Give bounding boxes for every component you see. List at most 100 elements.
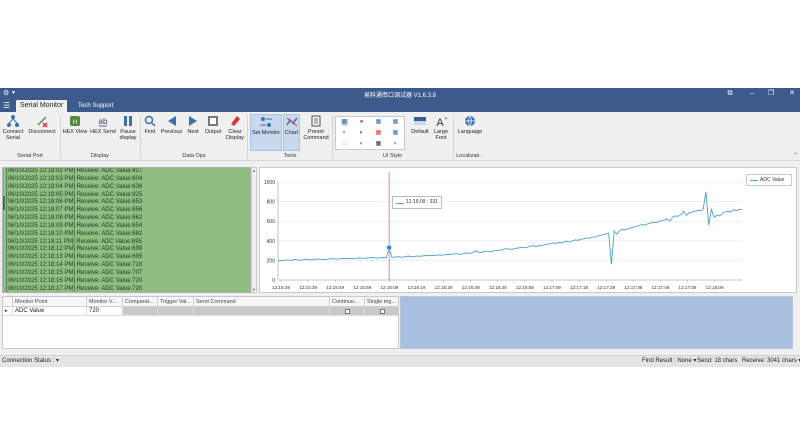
previous-button[interactable]: Previous xyxy=(159,114,184,135)
restore-layout-button[interactable]: ⧉ xyxy=(724,89,736,99)
chart-button[interactable]: Chart xyxy=(283,114,300,151)
receive-log[interactable]: [06/10/2025 12:18:02 PM] Receive: ADC Va… xyxy=(2,167,251,293)
eraser-icon xyxy=(231,116,240,126)
y-tick-label: 200 xyxy=(267,258,276,264)
next-button[interactable]: Next xyxy=(185,114,201,135)
x-tick-label: 12:15:59 xyxy=(353,285,371,290)
style-swatch-icon[interactable]: ▦ xyxy=(392,119,399,126)
style-swatch-icon[interactable]: ▦ xyxy=(392,130,399,137)
log-scrollbar[interactable]: ▲ ▼ xyxy=(251,167,257,293)
cell-monitor-point[interactable]: ADC Value xyxy=(13,307,87,316)
svg-text:ab: ab xyxy=(99,117,108,126)
cell-monitor-value[interactable]: 720 xyxy=(87,307,123,316)
log-line: [06/10/2025 12:18:02 PM] Receive: ADC Va… xyxy=(6,168,143,174)
group-label-localization: Localizati... xyxy=(456,153,484,159)
cell-send-command[interactable] xyxy=(194,307,330,316)
column-header-monitor-point[interactable]: Monitor Point xyxy=(13,297,87,307)
column-header-comparator[interactable]: Comparat... xyxy=(123,297,158,307)
style-swatch-icon[interactable]: ◐ xyxy=(392,141,399,148)
preset-command-button[interactable]: Preset Command xyxy=(302,114,330,141)
output-label: Output xyxy=(204,129,222,135)
find-button[interactable]: Find xyxy=(142,114,158,135)
app-window: ⚙ ▾ 易科通串口调试器 V1.6.3.8 ⧉ – ❐ ✕ ☰ Serial M… xyxy=(0,88,800,367)
single-trigger-checkbox[interactable] xyxy=(380,309,385,314)
x-tick-label: 12:17:19 xyxy=(570,285,588,290)
tab-serial-monitor[interactable]: Serial Monitor xyxy=(16,100,68,112)
log-line: [06/10/2025 12:18:07 PM] Receive: ADC Va… xyxy=(6,207,143,214)
style-swatch-icon[interactable]: ◐ xyxy=(358,141,365,148)
x-tick-label: 12:16:19 xyxy=(408,285,426,290)
find-result-status[interactable]: Find Result : None ▾ xyxy=(642,356,696,367)
style-swatch-icon[interactable]: ◐ xyxy=(341,130,348,137)
hex-send-button[interactable]: ab HEX Send xyxy=(89,114,117,135)
scroll-up-icon[interactable]: ▲ xyxy=(252,168,256,173)
line-chart[interactable]: 0 200 400 600 800 1000 12:15:29 12:15:39 12:15:4… xyxy=(260,168,798,294)
y-tick-label: 800 xyxy=(267,200,276,206)
x-tick-label: 12:16:59 xyxy=(516,285,534,290)
pause-display-label: Pause display xyxy=(119,129,137,141)
close-button[interactable]: ✕ xyxy=(786,89,798,99)
group-label-ui-style: UI Style xyxy=(382,153,403,159)
row-indicator-icon[interactable]: ▸ xyxy=(3,307,13,316)
default-style-button[interactable]: Default xyxy=(409,114,431,135)
column-header-monitor-value[interactable]: Monitor V... xyxy=(87,297,123,307)
style-swatch-icon[interactable]: □ xyxy=(341,141,348,148)
style-swatch-icon[interactable]: ▦ xyxy=(375,141,382,148)
style-swatch-icon[interactable]: ● xyxy=(358,119,365,126)
grid-corner xyxy=(3,297,13,307)
disconnect-button[interactable]: Disconnect xyxy=(27,114,57,135)
receive-count[interactable]: Receive: 3041 chars ▾ xyxy=(742,356,800,367)
cell-comparator[interactable] xyxy=(123,307,158,316)
clear-display-label: Clear Display xyxy=(225,129,245,141)
network-icon xyxy=(7,115,19,127)
minimize-button[interactable]: – xyxy=(746,89,758,99)
pause-display-button[interactable]: Pause display xyxy=(118,114,138,141)
ribbon-separator xyxy=(247,115,248,159)
x-tick-label: 12:15:49 xyxy=(326,285,344,290)
x-tick-label: 12:16:49 xyxy=(489,285,507,290)
hex-view-button[interactable]: H HEX View xyxy=(62,114,88,135)
scroll-down-icon[interactable]: ▼ xyxy=(252,287,256,292)
y-tick-label: 600 xyxy=(267,219,276,225)
ribbon: Connect Serial Disconnect H HEX View ab … xyxy=(0,112,800,161)
app-menu-icon[interactable]: ☰ xyxy=(3,101,10,111)
chart-panel[interactable]: 0 200 400 600 800 1000 12:15:29 12:15:39 12:15:4… xyxy=(259,167,797,293)
group-label-display: Display xyxy=(90,153,110,159)
log-line: [06/10/2025 12:18:12 PM] Receive: ADC Va… xyxy=(6,246,143,253)
column-header-send-command[interactable]: Send Command xyxy=(194,297,330,307)
column-header-continuous[interactable]: Continuo... xyxy=(330,297,365,307)
log-line: [06/10/2025 12:18:14 PM] Receive: ADC Va… xyxy=(6,262,143,269)
ribbon-separator xyxy=(140,115,141,159)
cell-trigger-value[interactable] xyxy=(158,307,194,316)
output-button[interactable]: Output xyxy=(202,114,224,135)
large-font-button[interactable]: A + Large Font xyxy=(432,114,450,141)
panel-scrollbar[interactable] xyxy=(793,296,798,349)
column-header-single-trigger[interactable]: Single trig... xyxy=(365,297,398,307)
maximize-button[interactable]: ❐ xyxy=(765,89,777,99)
continuous-checkbox[interactable] xyxy=(345,309,350,314)
column-header-trigger-value[interactable]: Trigger Val... xyxy=(158,297,194,307)
ui-style-gallery[interactable]: ▦ ● ▦ ▦ ◐ ◐ ▦ ▦ □ ◐ ▦ ◐ xyxy=(335,116,405,150)
set-monitor-button[interactable]: Set Monitor xyxy=(250,114,282,151)
svg-text:+: + xyxy=(445,116,448,122)
log-line: [06/10/2025 12:18:13 PM] Receive: ADC Va… xyxy=(6,254,143,261)
style-swatch-icon[interactable]: ▦ xyxy=(375,119,382,126)
style-swatch-icon[interactable]: ▦ xyxy=(375,130,382,137)
log-selection-marker xyxy=(3,196,5,210)
group-label-tools: Tools xyxy=(283,153,297,159)
legend-swatch xyxy=(750,180,758,181)
chart-icon xyxy=(285,117,298,127)
x-tick-label: 12:16:09 xyxy=(380,285,398,290)
ribbon-separator xyxy=(332,115,333,159)
tab-tech-support[interactable]: Tech Support xyxy=(74,100,117,112)
connection-status[interactable]: Connection Status : ▾ xyxy=(2,356,59,367)
language-button[interactable]: Language xyxy=(456,114,484,135)
style-swatch-icon[interactable]: ◐ xyxy=(358,130,365,137)
connect-serial-button[interactable]: Connect Serial xyxy=(2,114,24,141)
monitor-grid[interactable]: Monitor Point Monitor V... Comparat... T… xyxy=(2,296,399,349)
chart-label: Chart xyxy=(284,130,299,136)
clear-display-button[interactable]: Clear Display xyxy=(225,114,245,141)
style-swatch-icon[interactable]: ▦ xyxy=(341,119,348,126)
collapse-ribbon-icon[interactable]: ⌃ xyxy=(793,152,798,159)
chart-point-marker xyxy=(386,244,393,251)
